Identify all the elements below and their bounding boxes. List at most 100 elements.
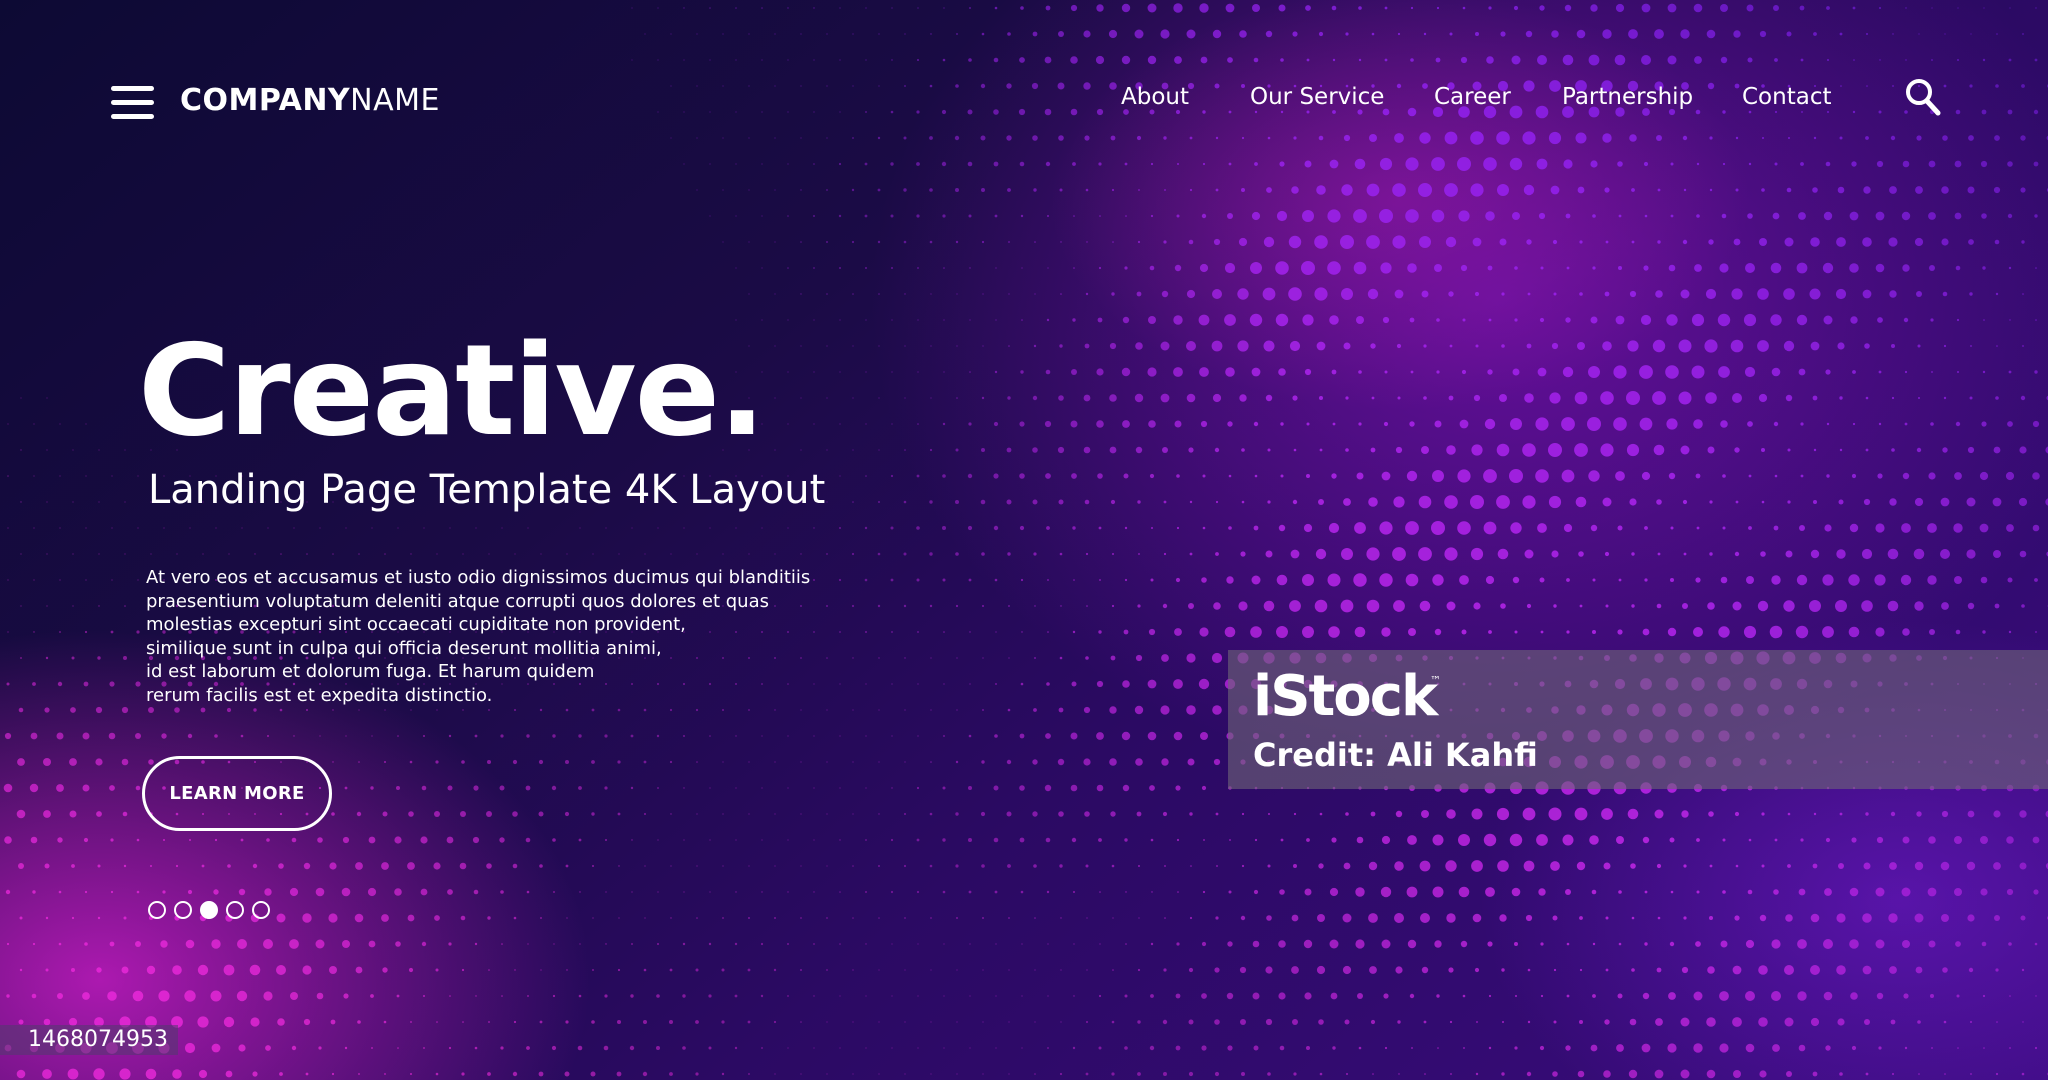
nav-about[interactable]: About	[1121, 84, 1189, 110]
halftone-dot	[1691, 313, 1705, 327]
halftone-dot	[1983, 1047, 1985, 1049]
halftone-dot	[84, 630, 88, 634]
halftone-dot	[735, 215, 737, 217]
nav-contact[interactable]: Contact	[1742, 84, 1831, 110]
halftone-dot	[1618, 578, 1622, 582]
pager-dot-active[interactable]	[200, 901, 218, 919]
halftone-dot	[1549, 392, 1561, 404]
halftone-dot	[1109, 706, 1117, 714]
halftone-dot	[2009, 1047, 2011, 1049]
halftone-dot	[630, 734, 634, 738]
body-line: molestias excepturi sint occaecati cupid…	[146, 614, 686, 635]
halftone-dot	[643, 1020, 647, 1024]
halftone-dot	[306, 709, 308, 711]
halftone-dot	[1189, 552, 1193, 556]
halftone-dot	[1060, 605, 1062, 607]
halftone-dot	[1406, 886, 1418, 898]
halftone-dot	[1966, 549, 1976, 559]
pager-dot[interactable]	[174, 901, 192, 919]
halftone-dot	[917, 995, 919, 997]
halftone-dot	[2032, 420, 2040, 428]
halftone-dot	[1188, 1019, 1194, 1025]
halftone-dot	[1930, 422, 1934, 426]
halftone-dot	[1721, 213, 1727, 219]
halftone-dot	[956, 917, 958, 919]
halftone-dot	[1955, 421, 1961, 427]
halftone-dot	[1006, 447, 1012, 453]
halftone-dot	[916, 474, 920, 478]
halftone-dot	[1228, 162, 1232, 166]
halftone-dot	[1122, 680, 1130, 688]
halftone-dot	[1047, 267, 1049, 269]
halftone-dot	[1135, 342, 1143, 350]
halftone-dot	[1046, 890, 1050, 894]
halftone-dot	[1927, 887, 1937, 897]
halftone-dot	[1189, 916, 1193, 920]
halftone-dot	[1695, 577, 1701, 583]
halftone-dot	[1522, 807, 1536, 821]
halftone-dot	[2007, 421, 2013, 427]
halftone-dot	[1970, 33, 1972, 35]
halftone-dot	[1603, 1070, 1611, 1078]
halftone-dot	[1592, 578, 1596, 582]
halftone-dot	[1346, 1073, 1348, 1075]
search-icon[interactable]	[1905, 78, 1941, 116]
halftone-dot	[1839, 136, 1843, 140]
halftone-dot	[1473, 394, 1481, 402]
halftone-dot	[709, 839, 711, 841]
halftone-dot	[2008, 630, 2012, 634]
nav-partnership[interactable]: Partnership	[1562, 84, 1693, 110]
nav-career[interactable]: Career	[1434, 84, 1511, 110]
halftone-dot	[761, 735, 763, 737]
halftone-dot	[1548, 495, 1562, 509]
halftone-dot	[1189, 136, 1193, 140]
halftone-dot	[916, 890, 920, 894]
halftone-dot	[1626, 443, 1640, 457]
pager-dot[interactable]	[252, 901, 270, 919]
learn-more-button[interactable]: LEARN MORE	[142, 756, 332, 831]
halftone-dot	[332, 761, 334, 763]
halftone-dot	[1629, 134, 1637, 142]
halftone-dot	[163, 527, 165, 529]
halftone-dot	[1291, 914, 1299, 922]
halftone-dot	[1034, 241, 1036, 243]
halftone-dot	[1109, 758, 1117, 766]
pager-dot[interactable]	[148, 901, 166, 919]
halftone-dot	[904, 345, 906, 347]
halftone-dot	[1539, 5, 1545, 11]
halftone-dot	[97, 916, 101, 920]
halftone-dot	[773, 1020, 777, 1024]
nav-our-service[interactable]: Our Service	[1250, 84, 1384, 110]
halftone-dot	[1996, 345, 1998, 347]
halftone-dot	[917, 267, 919, 269]
halftone-dot	[761, 839, 763, 841]
halftone-dot	[1852, 6, 1856, 10]
halftone-dot	[33, 475, 35, 477]
halftone-dot	[1550, 861, 1560, 871]
halftone-dot	[371, 527, 373, 529]
halftone-dot	[290, 992, 298, 1000]
halftone-dot	[877, 136, 881, 140]
halftone-dot	[1852, 422, 1856, 426]
halftone-dot	[461, 760, 465, 764]
halftone-dot	[967, 161, 973, 167]
halftone-dot	[266, 838, 270, 842]
halftone-dot	[1863, 498, 1871, 506]
halftone-dot	[1099, 579, 1101, 581]
halftone-dot	[1761, 812, 1765, 816]
halftone-dot	[1837, 186, 1845, 194]
halftone-dot	[1241, 864, 1245, 868]
halftone-dot	[1683, 864, 1687, 868]
halftone-dot	[1514, 942, 1518, 946]
halftone-dot	[1021, 631, 1023, 633]
halftone-dot	[1917, 344, 1921, 348]
halftone-dot	[1641, 3, 1651, 13]
halftone-dot	[956, 33, 958, 35]
halftone-dot	[1212, 393, 1222, 403]
halftone-dot	[291, 837, 297, 843]
pager-dot[interactable]	[226, 901, 244, 919]
halftone-dot	[1979, 471, 1989, 481]
halftone-dot	[1059, 552, 1063, 556]
halftone-dot	[981, 188, 985, 192]
halftone-dot	[187, 733, 193, 739]
